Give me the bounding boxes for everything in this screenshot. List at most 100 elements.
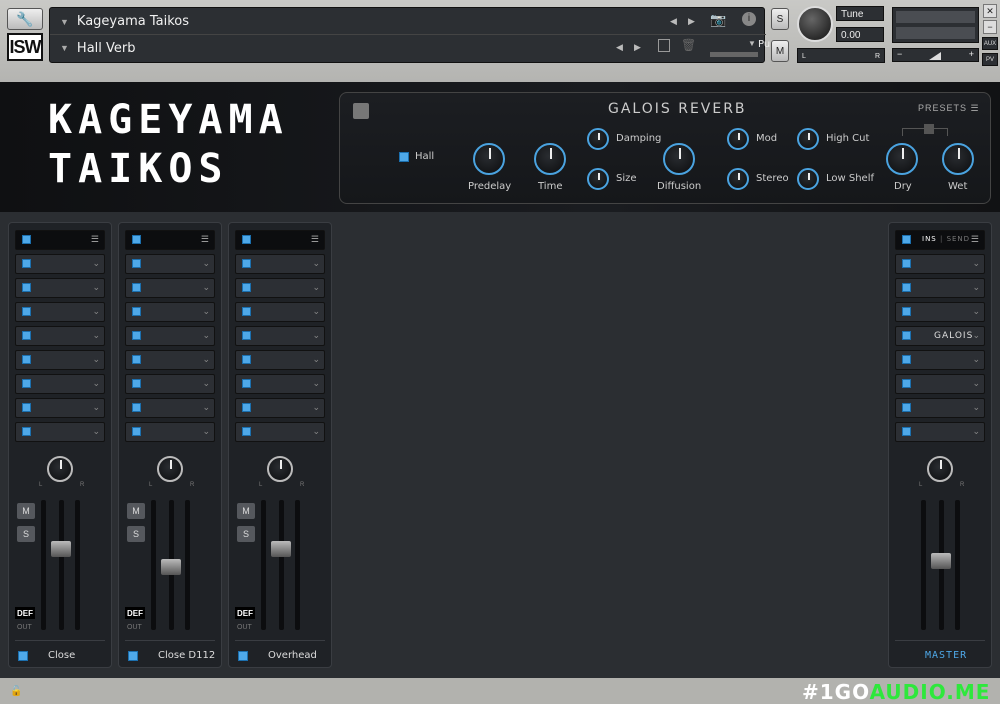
fx-slot[interactable]: ⌄ [895,398,985,418]
fx-slot[interactable]: ⌄ [235,422,325,442]
insert-header[interactable]: ☰ [125,230,215,250]
slot-enable-checkbox[interactable] [242,307,251,316]
minimize-window-button[interactable]: − [983,20,997,34]
slot-enable-checkbox[interactable] [22,331,31,340]
slot-enable-checkbox[interactable] [22,379,31,388]
volume-fader[interactable] [51,541,71,557]
presets-button[interactable]: PRESETS ☰ [918,103,980,114]
slot-menu-icon[interactable]: ☰ [201,234,209,245]
volume-slider[interactable]: − + [892,48,979,62]
fx-slot[interactable]: ⌄ [125,302,215,322]
chevron-down-icon[interactable]: ⌄ [92,378,100,389]
fx-slot[interactable]: ⌄ [235,350,325,370]
chevron-down-icon[interactable]: ⌄ [92,282,100,293]
next-instrument-icon[interactable]: ▶ [688,16,695,27]
slot-enable-checkbox[interactable] [242,379,251,388]
chevron-down-icon[interactable]: ⌄ [972,426,980,437]
slot-enable-checkbox[interactable] [132,235,141,244]
volume-fader[interactable] [161,559,181,575]
info-icon[interactable]: i [742,12,756,26]
chevron-down-icon[interactable]: ⌄ [92,402,100,413]
aux-button[interactable]: AUX [982,37,998,50]
channel-enable-checkbox[interactable] [238,651,248,661]
fx-slot[interactable]: ⌄ [125,326,215,346]
pan-knob[interactable] [157,456,183,482]
dry-knob[interactable] [886,143,918,175]
lock-icon[interactable]: 🔓 [10,686,22,697]
slot-enable-checkbox[interactable] [902,307,911,316]
pan-knob[interactable] [47,456,73,482]
fx-slot[interactable]: ⌄ [125,398,215,418]
next-snapshot-icon[interactable]: ▶ [634,42,641,53]
slot-enable-checkbox[interactable] [902,355,911,364]
chevron-down-icon[interactable]: ⌄ [202,330,210,341]
fx-slot[interactable]: ⌄ [15,278,105,298]
pv-button[interactable]: PV [982,53,998,66]
chevron-down-icon[interactable]: ⌄ [202,306,210,317]
volume-fader[interactable] [271,541,291,557]
slot-enable-checkbox[interactable] [22,403,31,412]
output-def-button[interactable]: DEF [125,607,145,619]
slot-enable-checkbox[interactable] [902,259,911,268]
damping-knob[interactable] [587,128,609,150]
fx-slot[interactable]: ⌄ [125,422,215,442]
save-snapshot-icon[interactable] [658,39,670,52]
fx-slot[interactable]: ⌄ [15,326,105,346]
mute-button[interactable]: M [771,40,789,62]
slot-enable-checkbox[interactable] [902,283,911,292]
chevron-down-icon[interactable]: ⌄ [972,354,980,365]
chevron-down-icon[interactable]: ⌄ [972,258,980,269]
chevron-down-icon[interactable]: ⌄ [312,354,320,365]
chevron-down-icon[interactable]: ⌄ [972,282,980,293]
chevron-down-icon[interactable]: ⌄ [202,258,210,269]
chevron-down-icon[interactable]: ⌄ [202,282,210,293]
chevron-down-icon[interactable]: ⌄ [972,306,980,317]
slot-enable-checkbox[interactable] [242,427,251,436]
delete-snapshot-icon[interactable]: 🗑 [681,38,696,52]
fx-slot[interactable]: ⌄ [235,302,325,322]
dry-wet-link-button[interactable] [924,124,934,134]
chevron-down-icon[interactable]: ⌄ [92,306,100,317]
solo-button[interactable]: S [237,526,255,542]
prev-snapshot-icon[interactable]: ◀ [616,42,623,53]
snapshot-triangle-icon[interactable]: ▼ [60,43,69,53]
high-cut-knob[interactable] [797,128,819,150]
insert-header[interactable]: ☰ INS | SEND [895,230,985,250]
mute-button[interactable]: M [127,503,145,519]
ins-send-toggle[interactable]: INS | SEND [922,235,970,243]
channel-enable-checkbox[interactable] [18,651,28,661]
chevron-down-icon[interactable]: ⌄ [972,378,980,389]
diffusion-knob[interactable] [663,143,695,175]
chevron-down-icon[interactable]: ⌄ [92,330,100,341]
hall-checkbox[interactable] [399,152,409,162]
close-window-button[interactable]: ✕ [983,4,997,18]
size-knob[interactable] [587,168,609,190]
slot-enable-checkbox[interactable] [132,283,141,292]
fx-slot[interactable]: ⌄ [895,278,985,298]
instrument-name[interactable]: Kageyama Taikos [77,14,189,29]
fx-slot[interactable]: ⌄ [895,254,985,274]
channel-enable-checkbox[interactable] [128,651,138,661]
chevron-down-icon[interactable]: ⌄ [972,330,980,341]
fx-slot[interactable]: ⌄ [235,398,325,418]
chevron-down-icon[interactable]: ⌄ [92,426,100,437]
prev-instrument-icon[interactable]: ◀ [670,16,677,27]
slot-enable-checkbox[interactable] [242,403,251,412]
slot-enable-checkbox[interactable] [132,259,141,268]
fx-slot[interactable]: ⌄ [125,374,215,394]
slot-enable-checkbox[interactable] [242,235,251,244]
slot-enable-checkbox[interactable] [132,307,141,316]
instrument-row[interactable]: ▼ Kageyama Taikos [50,8,766,35]
chevron-down-icon[interactable]: ⌄ [312,306,320,317]
slot-enable-checkbox[interactable] [902,427,911,436]
fx-slot[interactable]: ⌄ [895,422,985,442]
slot-menu-icon[interactable]: ☰ [91,234,99,245]
chevron-down-icon[interactable]: ⌄ [312,282,320,293]
tune-value[interactable]: 0.00 [836,27,884,42]
slot-enable-checkbox[interactable] [132,403,141,412]
solo-button[interactable]: S [17,526,35,542]
ins-label[interactable]: INS [922,235,937,243]
fx-slot[interactable]: ⌄ [895,302,985,322]
chevron-down-icon[interactable]: ⌄ [312,330,320,341]
slot-enable-checkbox[interactable] [902,331,911,340]
